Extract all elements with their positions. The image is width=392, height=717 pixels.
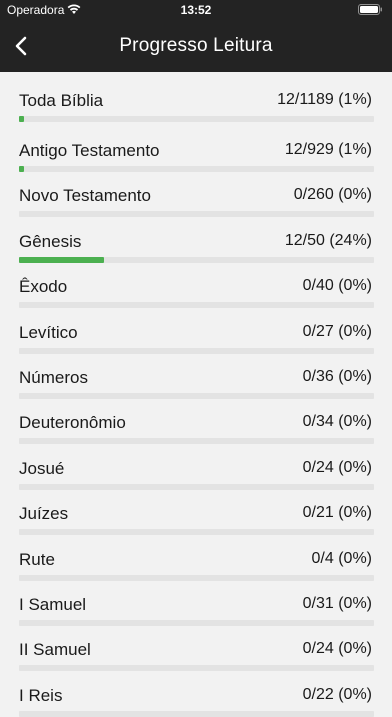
book-name: Josué [19,458,65,478]
book-name: Levítico [19,322,78,342]
list-item[interactable]: Deuteronômio 0/34 (0%) [0,394,392,445]
book-name: Gênesis [19,231,82,251]
list-item[interactable]: Levítico 0/27 (0%) [0,304,392,354]
list-item[interactable]: Êxodo 0/40 (0%) [0,258,392,309]
chapter-count: 0/24 (0%) [302,458,372,476]
list-item[interactable]: Gênesis 12/50 (24%) [0,213,392,263]
chapter-count: 0/27 (0%) [302,322,372,340]
list-item[interactable]: Antigo Testamento 12/929 (1%) [0,122,392,172]
list-item[interactable]: I Samuel 0/31 (0%) [0,576,392,626]
page-title: Progresso Leitura [119,35,273,56]
book-name: Antigo Testamento [19,141,160,160]
book-name: Juízes [19,504,69,524]
list-item[interactable]: Toda Bíblia 12/1189 (1%) [0,72,392,122]
progress-bar [19,710,374,717]
chapter-count: 12/50 (24%) [284,231,372,249]
chapter-count: 0/22 (0%) [302,685,372,703]
chapter-count: 0/31 (0%) [302,594,372,612]
list-item[interactable]: II Samuel 0/24 (0%) [0,621,392,672]
chapter-count: 0/260 (0%) [293,186,372,204]
top-bar: Operadora 13:52 Progresso Leitura [0,0,392,72]
book-name: I Samuel [19,594,87,614]
list-item[interactable]: Rute 0/4 (0%) [0,531,392,581]
book-name: Rute [19,549,55,569]
chapter-count: 0/40 (0%) [302,277,372,295]
list-item[interactable]: Josué 0/24 (0%) [0,440,392,490]
status-bar: Operadora 13:52 [0,0,392,20]
book-name: Novo Testamento [19,186,151,206]
list-item[interactable]: Novo Testamento 0/260 (0%) [0,167,392,218]
chapter-count: 0/36 (0%) [302,367,372,385]
chapter-count: 0/34 (0%) [302,413,372,431]
chapter-count: 12/1189 (1%) [277,91,372,108]
chapter-count: 0/21 (0%) [302,504,372,522]
book-name: Êxodo [19,277,68,297]
nav-bar: Progresso Leitura [0,20,392,72]
chapter-count: 0/4 (0%) [311,549,372,567]
clock: 13:52 [180,3,212,17]
battery-icon [358,4,382,15]
book-name: II Samuel [19,640,91,660]
book-name: Deuteronômio [19,413,126,433]
book-name: Toda Bíblia [19,91,104,110]
list-item[interactable]: I Reis 0/22 (0%) [0,667,392,717]
chapter-count: 12/929 (1%) [284,141,372,158]
chapter-count: 0/24 (0%) [302,640,372,658]
book-name: Números [19,367,88,387]
list-item[interactable]: Números 0/36 (0%) [0,349,392,399]
progress-list: Toda Bíblia 12/1189 (1%) Antigo Testamento… [0,72,392,717]
list-item[interactable]: Juízes 0/21 (0%) [0,485,392,536]
